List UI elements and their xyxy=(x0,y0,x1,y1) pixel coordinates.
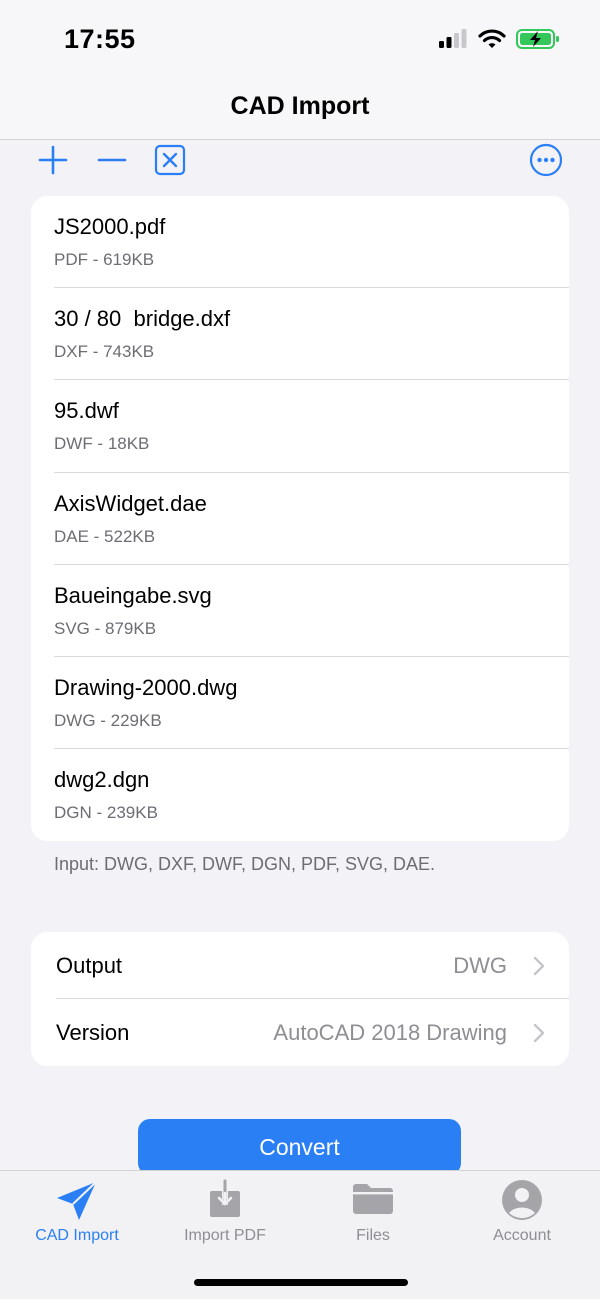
file-name: Drawing-2000.dwg xyxy=(54,674,238,700)
supported-input-note: Input: DWG, DXF, DWF, DGN, PDF, SVG, DAE… xyxy=(54,854,436,874)
file-name: Baueingabe.svg xyxy=(54,582,212,608)
file-name: AxisWidget.dae xyxy=(54,490,207,516)
cellular-signal-icon xyxy=(438,28,468,55)
file-row[interactable]: 30 / 80 bridge.dxf DXF - 743KB xyxy=(31,288,569,381)
paper-plane-icon xyxy=(54,1179,100,1228)
version-value: AutoCAD 2018 Drawing xyxy=(273,1020,507,1045)
more-options-button[interactable] xyxy=(526,142,566,182)
file-list: JS2000.pdf PDF - 619KB 30 / 80 bridge.dx… xyxy=(31,196,569,841)
x-square-icon xyxy=(154,144,186,181)
tab-bar: CAD Import Import PDF Files Account xyxy=(0,1170,600,1299)
tab-account[interactable]: Account xyxy=(447,1171,597,1261)
minus-icon xyxy=(97,145,127,180)
file-name: 95.dwf xyxy=(54,398,119,424)
file-meta: DGN - 239KB xyxy=(54,803,158,823)
tab-label: CAD Import xyxy=(35,1227,119,1244)
version-label: Version xyxy=(56,1020,130,1045)
file-meta: DAE - 522KB xyxy=(54,526,156,546)
chevron-right-icon xyxy=(533,1023,545,1048)
add-file-button[interactable] xyxy=(33,142,73,182)
file-row[interactable]: Baueingabe.svg SVG - 879KB xyxy=(31,565,569,658)
plus-icon xyxy=(38,145,68,180)
status-bar: 17:55 xyxy=(0,0,600,80)
file-row[interactable]: 95.dwf DWF - 18KB xyxy=(31,380,569,473)
remove-file-button[interactable] xyxy=(92,142,132,182)
tab-cad-import[interactable]: CAD Import xyxy=(2,1171,152,1261)
file-row[interactable]: dwg2.dgn DGN - 239KB xyxy=(31,749,569,841)
person-circle-icon xyxy=(501,1179,543,1226)
file-meta: PDF - 619KB xyxy=(54,250,155,269)
conversion-settings: Output DWG Version AutoCAD 2018 Drawing xyxy=(31,932,569,1066)
status-time: 17:55 xyxy=(64,24,136,54)
page-title: CAD Import xyxy=(230,92,370,120)
download-tray-icon xyxy=(208,1179,242,1224)
file-name: dwg2.dgn xyxy=(54,767,150,793)
clear-files-button[interactable] xyxy=(150,142,190,182)
tab-label: Files xyxy=(356,1227,390,1244)
file-row[interactable]: Drawing-2000.dwg DWG - 229KB xyxy=(31,657,569,750)
chevron-right-icon xyxy=(533,956,545,981)
navigation-bar: CAD Import xyxy=(0,80,600,140)
ellipsis-circle-icon xyxy=(529,143,563,182)
file-name: 30 / 80 bridge.dxf xyxy=(54,306,231,332)
tab-label: Account xyxy=(493,1227,551,1244)
tab-files[interactable]: Files xyxy=(298,1171,448,1261)
file-name: JS2000.pdf xyxy=(54,214,166,239)
output-format-row[interactable]: Output DWG xyxy=(31,932,569,999)
file-meta: DXF - 743KB xyxy=(54,342,155,362)
file-meta: SVG - 879KB xyxy=(54,618,157,638)
folder-icon xyxy=(351,1179,395,1222)
battery-charging-icon xyxy=(516,28,560,55)
output-label: Output xyxy=(56,953,123,978)
file-meta: DWF - 18KB xyxy=(54,434,150,454)
file-meta: DWG - 229KB xyxy=(54,710,162,730)
file-row[interactable]: JS2000.pdf PDF - 619KB xyxy=(31,196,569,289)
home-indicator[interactable] xyxy=(194,1279,408,1286)
file-row[interactable]: AxisWidget.dae DAE - 522KB xyxy=(31,473,569,565)
wifi-icon xyxy=(478,28,506,55)
status-icons xyxy=(438,28,560,55)
output-value: DWG xyxy=(453,953,507,978)
tab-import-pdf[interactable]: Import PDF xyxy=(150,1171,300,1261)
version-row[interactable]: Version AutoCAD 2018 Drawing xyxy=(31,999,569,1066)
convert-button[interactable]: Convert xyxy=(138,1119,461,1175)
tab-label: Import PDF xyxy=(184,1227,266,1244)
